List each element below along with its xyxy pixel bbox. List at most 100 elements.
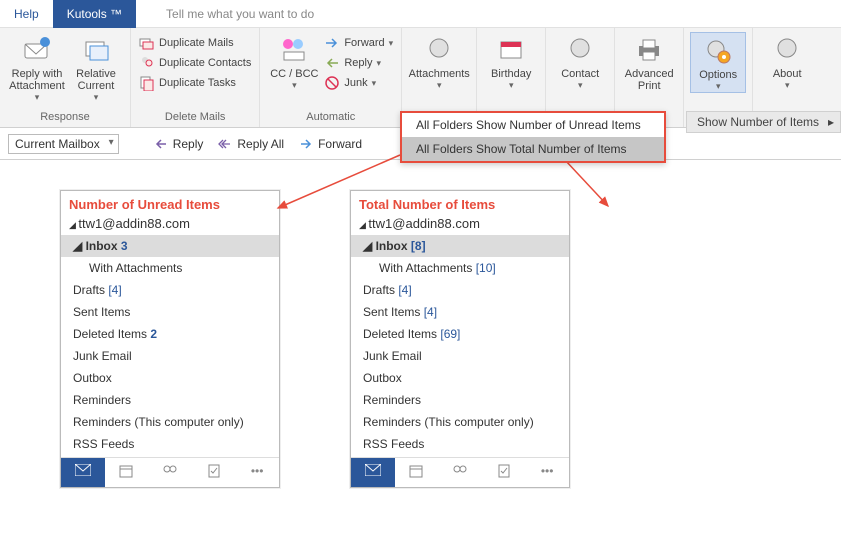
folder-item[interactable]: RSS Feeds bbox=[61, 433, 279, 455]
duplicate-tasks-button[interactable]: Duplicate Tasks bbox=[137, 74, 253, 92]
folder-item[interactable]: ◢ Inbox [8] bbox=[351, 235, 569, 257]
chevron-down-icon: ▾ bbox=[578, 81, 583, 91]
nav-more[interactable]: ••• bbox=[235, 458, 279, 487]
calendar-icon bbox=[495, 34, 527, 66]
ribbon-tabs: Help Kutools ™ Tell me what you want to … bbox=[0, 0, 841, 28]
contact-button[interactable]: Contact▾ bbox=[552, 32, 608, 91]
calendar-icon bbox=[119, 464, 133, 478]
submenu-show-number[interactable]: Show Number of Items ▸ bbox=[686, 111, 841, 133]
folder-item[interactable]: Junk Email bbox=[61, 345, 279, 367]
forward-button[interactable]: Forward bbox=[294, 134, 366, 154]
auto-forward-button[interactable]: Forward ▾ bbox=[322, 34, 395, 52]
folder-item[interactable]: Sent Items [4] bbox=[351, 301, 569, 323]
mail-icon bbox=[75, 464, 91, 476]
relative-current-button[interactable]: Relative Current▾ bbox=[68, 32, 124, 103]
relative-icon bbox=[80, 34, 112, 66]
forward-icon bbox=[324, 35, 340, 51]
folder-item[interactable]: With Attachments bbox=[61, 257, 279, 279]
chevron-down-icon: ▾ bbox=[437, 81, 442, 91]
duplicate-mails-button[interactable]: Duplicate Mails bbox=[137, 34, 253, 52]
chevron-down-icon: ▾ bbox=[509, 81, 514, 91]
nav-calendar[interactable] bbox=[395, 458, 439, 487]
dup-tasks-icon bbox=[139, 75, 155, 91]
nav-tasks[interactable] bbox=[482, 458, 526, 487]
nav-tasks[interactable] bbox=[192, 458, 236, 487]
ccbcc-icon bbox=[278, 34, 310, 66]
tab-help[interactable]: Help bbox=[0, 0, 53, 28]
people-icon bbox=[452, 464, 468, 478]
nav-calendar[interactable] bbox=[105, 458, 149, 487]
reply-all-button[interactable]: Reply All bbox=[213, 134, 288, 154]
group-automatic: CC / BCC▾ Forward ▾ Reply ▾ Junk ▾ Autom… bbox=[260, 28, 402, 127]
tell-me-label: Tell me what you want to do bbox=[166, 7, 314, 21]
attachments-button[interactable]: Attachments▾ bbox=[408, 32, 470, 91]
junk-button[interactable]: Junk ▾ bbox=[322, 74, 395, 92]
circle-icon bbox=[771, 34, 803, 66]
reply-button[interactable]: Reply bbox=[149, 134, 208, 154]
auto-reply-button[interactable]: Reply ▾ bbox=[322, 54, 395, 72]
folder-item[interactable]: Outbox bbox=[351, 367, 569, 389]
cc-bcc-button[interactable]: CC / BCC▾ bbox=[266, 32, 322, 91]
nav-mail[interactable] bbox=[61, 458, 105, 487]
gear-icon bbox=[702, 35, 734, 67]
folder-item[interactable]: ◢ Inbox 3 bbox=[61, 235, 279, 257]
folder-item[interactable]: Reminders (This computer only) bbox=[61, 411, 279, 433]
nav-people[interactable] bbox=[148, 458, 192, 487]
folder-list-right: ◢ Inbox [8]With Attachments [10]Drafts [… bbox=[351, 233, 569, 457]
folder-item[interactable]: With Attachments [10] bbox=[351, 257, 569, 279]
menu-item-total[interactable]: All Folders Show Total Number of Items bbox=[402, 137, 664, 161]
nav-people[interactable] bbox=[438, 458, 482, 487]
folder-item[interactable]: Outbox bbox=[61, 367, 279, 389]
tab-kutools[interactable]: Kutools ™ bbox=[53, 0, 136, 28]
options-button[interactable]: Options▾ bbox=[690, 32, 746, 93]
dup-contacts-icon bbox=[139, 55, 155, 71]
forward-icon bbox=[298, 136, 314, 152]
chevron-down-icon: ▾ bbox=[94, 93, 99, 103]
advanced-print-button[interactable]: Advanced Print bbox=[621, 32, 677, 92]
folder-item[interactable]: Junk Email bbox=[351, 345, 569, 367]
dup-mails-icon bbox=[139, 35, 155, 51]
folder-item[interactable]: Reminders bbox=[351, 389, 569, 411]
printer-icon bbox=[633, 34, 665, 66]
reply-icon bbox=[153, 136, 169, 152]
junk-icon bbox=[324, 75, 340, 91]
birthday-button[interactable]: Birthday▾ bbox=[483, 32, 539, 91]
folder-item[interactable]: Sent Items bbox=[61, 301, 279, 323]
folder-item[interactable]: Drafts [4] bbox=[61, 279, 279, 301]
nav-mail[interactable] bbox=[351, 458, 395, 487]
tasks-icon bbox=[498, 464, 510, 478]
mailbox-combo[interactable]: Current Mailbox bbox=[8, 134, 119, 154]
chevron-down-icon: ▾ bbox=[35, 93, 40, 103]
chevron-down-icon: ▾ bbox=[292, 81, 297, 91]
mail-icon bbox=[365, 464, 381, 476]
folder-item[interactable]: Reminders bbox=[61, 389, 279, 411]
nav-bar-right: ••• bbox=[351, 457, 569, 487]
chevron-down-icon: ▾ bbox=[716, 82, 721, 92]
group-label-response: Response bbox=[40, 109, 90, 127]
folder-item[interactable]: Drafts [4] bbox=[351, 279, 569, 301]
nav-more[interactable]: ••• bbox=[525, 458, 569, 487]
people-icon bbox=[162, 464, 178, 478]
menu-item-unread[interactable]: All Folders Show Number of Unread Items bbox=[402, 113, 664, 137]
group-label-automatic: Automatic bbox=[306, 109, 355, 127]
about-button[interactable]: About▾ bbox=[759, 32, 815, 91]
folder-item[interactable]: Reminders (This computer only) bbox=[351, 411, 569, 433]
options-dropdown-menu: All Folders Show Number of Unread Items … bbox=[400, 111, 666, 163]
circle-icon bbox=[423, 34, 455, 66]
pane-unread: Number of Unread Items ttw1@addin88.com … bbox=[60, 190, 280, 488]
group-label-delete: Delete Mails bbox=[165, 109, 226, 127]
account-label[interactable]: ttw1@addin88.com bbox=[61, 214, 279, 233]
folder-item[interactable]: RSS Feeds bbox=[351, 433, 569, 455]
reply-with-attachment-button[interactable]: Reply with Attachment▾ bbox=[6, 32, 68, 103]
folder-item[interactable]: Deleted Items 2 bbox=[61, 323, 279, 345]
group-response: Reply with Attachment▾ Relative Current▾… bbox=[0, 28, 131, 127]
pane-title-unread: Number of Unread Items bbox=[61, 191, 279, 214]
reply-attach-icon bbox=[21, 34, 53, 66]
tasks-icon bbox=[208, 464, 220, 478]
folder-item[interactable]: Deleted Items [69] bbox=[351, 323, 569, 345]
account-label[interactable]: ttw1@addin88.com bbox=[351, 214, 569, 233]
folder-list-left: ◢ Inbox 3With AttachmentsDrafts [4]Sent … bbox=[61, 233, 279, 457]
circle-icon bbox=[564, 34, 596, 66]
duplicate-contacts-button[interactable]: Duplicate Contacts bbox=[137, 54, 253, 72]
tell-me[interactable]: Tell me what you want to do bbox=[136, 7, 324, 21]
